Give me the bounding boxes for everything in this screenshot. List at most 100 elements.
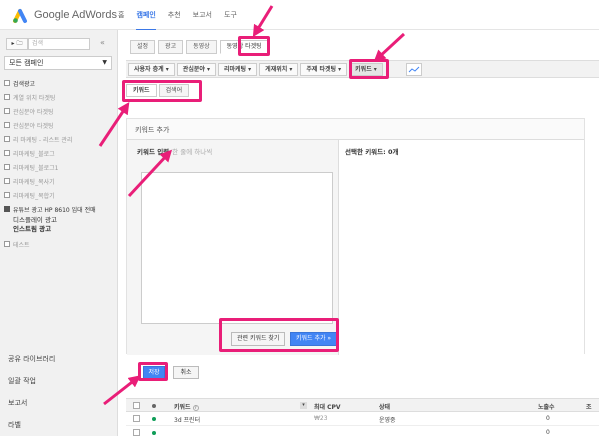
campaign-label: 테스트 [13, 241, 30, 249]
help-icon[interactable]: ? [192, 404, 199, 411]
campaign-icon [4, 241, 10, 247]
campaign-label: 유튜브 광고 HP 8610 임대 전매 [13, 206, 96, 214]
campaign-search-input[interactable]: 검색 [28, 38, 90, 50]
tab-placements[interactable]: 게재위치 ▾ [259, 63, 299, 76]
line-chart-icon [408, 66, 420, 73]
brand-name: Google AdWords [34, 9, 117, 21]
campaign-icon [4, 150, 10, 156]
col-status[interactable]: 상태 [379, 402, 390, 411]
campaign-item[interactable]: 리마케팅_블로그 [4, 146, 114, 160]
keyword-textarea[interactable] [141, 172, 333, 324]
panel-title: 키워드 추가 [135, 126, 170, 134]
tab-interests[interactable]: 관심분야 ▾ [176, 63, 216, 76]
campaign-item[interactable]: 관심분야 타겟팅 [4, 118, 114, 132]
campaign-item[interactable]: 리마케팅_복사기 [4, 174, 114, 188]
campaign-subtype: 인스트림 광고 [13, 225, 52, 233]
keyword-input-hint: 한 줄에 하나씩 [172, 148, 213, 156]
campaign-label: 리마케팅_복합기 [13, 192, 55, 200]
main-content: 설정 광고 동영상 동영상 타겟팅 사용자 층계 ▾ 관심분야 ▾ 리마케팅 ▾… [118, 30, 599, 436]
selected-keywords-section: 선택한 키워드: 0개 [339, 139, 584, 355]
campaign-item[interactable]: 리마케팅_블로그1 [4, 160, 114, 174]
col-keyword-label: 키워드 [174, 404, 191, 411]
row-keyword[interactable]: 3d 프린터 [174, 415, 200, 424]
row-checkbox[interactable] [133, 415, 140, 422]
row-checkbox[interactable] [133, 429, 140, 436]
nav-tools[interactable]: 도구 [224, 10, 237, 31]
all-campaigns-label: 모든 캠페인 [9, 59, 44, 67]
campaign-label: 리마케팅_블로그 [13, 150, 55, 158]
video-campaign-icon [4, 206, 10, 212]
folder-toggle-button[interactable]: ▸ 🗀 [6, 38, 28, 50]
labels-link[interactable]: 라벨 [0, 414, 118, 436]
enabled-status-icon[interactable] [152, 431, 156, 435]
keyword-input-title: 키워드 입력 [137, 148, 170, 156]
campaign-icon [4, 192, 10, 198]
all-campaigns-select[interactable]: 모든 캠페인 ▼ [4, 56, 112, 70]
selected-keywords-count: 선택한 키워드: 0개 [345, 148, 399, 156]
tab-settings[interactable]: 설정 [130, 40, 156, 54]
col-views[interactable]: 조 [586, 402, 592, 411]
row-max-cpv[interactable]: ₩23 [314, 415, 328, 422]
campaign-icon [4, 122, 10, 128]
app-window: Google AdWords 홈 캠페인 추천 보고서 도구 ▸ 🗀 검색 « … [0, 0, 599, 436]
primary-tabs: 설정 광고 동영상 동영상 타겟팅 [130, 40, 269, 54]
nav-reports[interactable]: 보고서 [193, 10, 212, 31]
tab-demographics[interactable]: 사용자 층계 ▾ [128, 63, 175, 76]
campaign-item[interactable]: 검색광고 [4, 76, 114, 90]
top-bar: Google AdWords 홈 캠페인 추천 보고서 도구 [0, 0, 599, 31]
bulk-operations-link[interactable]: 일괄 작업 [0, 370, 118, 392]
col-keyword[interactable]: 키워드? [174, 402, 199, 411]
campaign-label: 관심분야 타겟팅 [13, 108, 54, 116]
col-max-cpv[interactable]: 최대 CPV [314, 402, 341, 411]
campaign-item[interactable]: 유튜브 광고 HP 8610 임대 전매 [4, 202, 114, 216]
tab-search-terms[interactable]: 검색어 [158, 84, 190, 97]
keywords-table: 키워드? ▾ 최대 CPV 상태 노출수 조 3d 프린터 ₩23 운영중 0 … [126, 398, 599, 436]
reports-link[interactable]: 보고서 [0, 392, 118, 414]
sidebar-bottom-menu: 공유 라이브러리 일괄 작업 보고서 라벨 [0, 348, 118, 436]
campaign-item[interactable]: 리마케팅_복합기 [4, 188, 114, 202]
tab-ads[interactable]: 광고 [158, 40, 184, 54]
save-button[interactable]: 저장 [143, 366, 165, 379]
table-header: 키워드? ▾ 최대 CPV 상태 노출수 조 [126, 398, 599, 412]
keyword-subtabs: 키워드 검색어 [126, 84, 190, 97]
tab-keywords-list[interactable]: 키워드 [126, 84, 157, 97]
campaign-item[interactable]: 계열 위치 타겟팅 [4, 90, 114, 104]
campaign-label: 계열 위치 타겟팅 [13, 94, 56, 102]
campaign-label: 리마케팅_블로그1 [13, 164, 59, 172]
tab-topics[interactable]: 주제 타겟팅 ▾ [300, 63, 348, 76]
campaign-label: 리 마케팅 - 리스트 관리 [13, 136, 73, 144]
cancel-button[interactable]: 취소 [173, 366, 199, 379]
campaign-icon [4, 94, 10, 100]
enabled-status-icon[interactable] [152, 417, 156, 421]
campaign-label: 검색광고 [13, 80, 36, 88]
add-keywords-button[interactable]: 키워드 추가 » [290, 332, 338, 346]
sort-dropdown-icon[interactable]: ▾ [300, 402, 307, 409]
table-row[interactable]: 0 [126, 426, 599, 436]
collapse-sidebar-icon[interactable]: « [100, 38, 105, 47]
nav-campaigns[interactable]: 캠페인 [136, 10, 156, 31]
campaign-item[interactable]: 관심분야 타겟팅 [4, 104, 114, 118]
nav-recommendations[interactable]: 추천 [168, 10, 181, 31]
col-impressions[interactable]: 노출수 [538, 402, 555, 411]
campaign-icon [4, 108, 10, 114]
tab-keywords[interactable]: 키워드 ▾ [349, 63, 383, 76]
nav-home[interactable]: 홈 [118, 10, 124, 31]
campaign-item[interactable]: 리 마케팅 - 리스트 관리 [4, 132, 114, 146]
campaign-list: 검색광고 계열 위치 타겟팅 관심분야 타겟팅 관심분야 타겟팅 리 마케팅 -… [4, 76, 114, 251]
campaign-item[interactable]: 테스트 [4, 237, 114, 251]
shared-library-link[interactable]: 공유 라이브러리 [0, 348, 118, 370]
table-row[interactable]: 3d 프린터 ₩23 운영중 0 [126, 412, 599, 426]
select-all-checkbox[interactable] [133, 402, 140, 409]
targeting-tabs: 사용자 층계 ▾ 관심분야 ▾ 리마케팅 ▾ 게재위치 ▾ 주제 타겟팅 ▾ 키… [126, 60, 599, 78]
chart-toggle-button[interactable] [406, 63, 422, 76]
row-impressions: 0 [546, 429, 550, 436]
keyword-input-section: 키워드 입력 한 줄에 하나씩 관련 키워드 찾기 키워드 추가 » [127, 139, 339, 355]
find-related-keywords-button[interactable]: 관련 키워드 찾기 [231, 332, 286, 346]
tab-videos[interactable]: 동영상 [186, 40, 217, 54]
tab-remarketing[interactable]: 리마케팅 ▾ [217, 63, 258, 76]
adwords-logo-icon [13, 9, 27, 23]
campaign-icon [4, 80, 10, 86]
tab-video-targeting[interactable]: 동영상 타겟팅 [219, 40, 269, 54]
campaign-subtype: 디스플레이 광고 [13, 216, 57, 224]
status-dot-icon [152, 404, 156, 408]
